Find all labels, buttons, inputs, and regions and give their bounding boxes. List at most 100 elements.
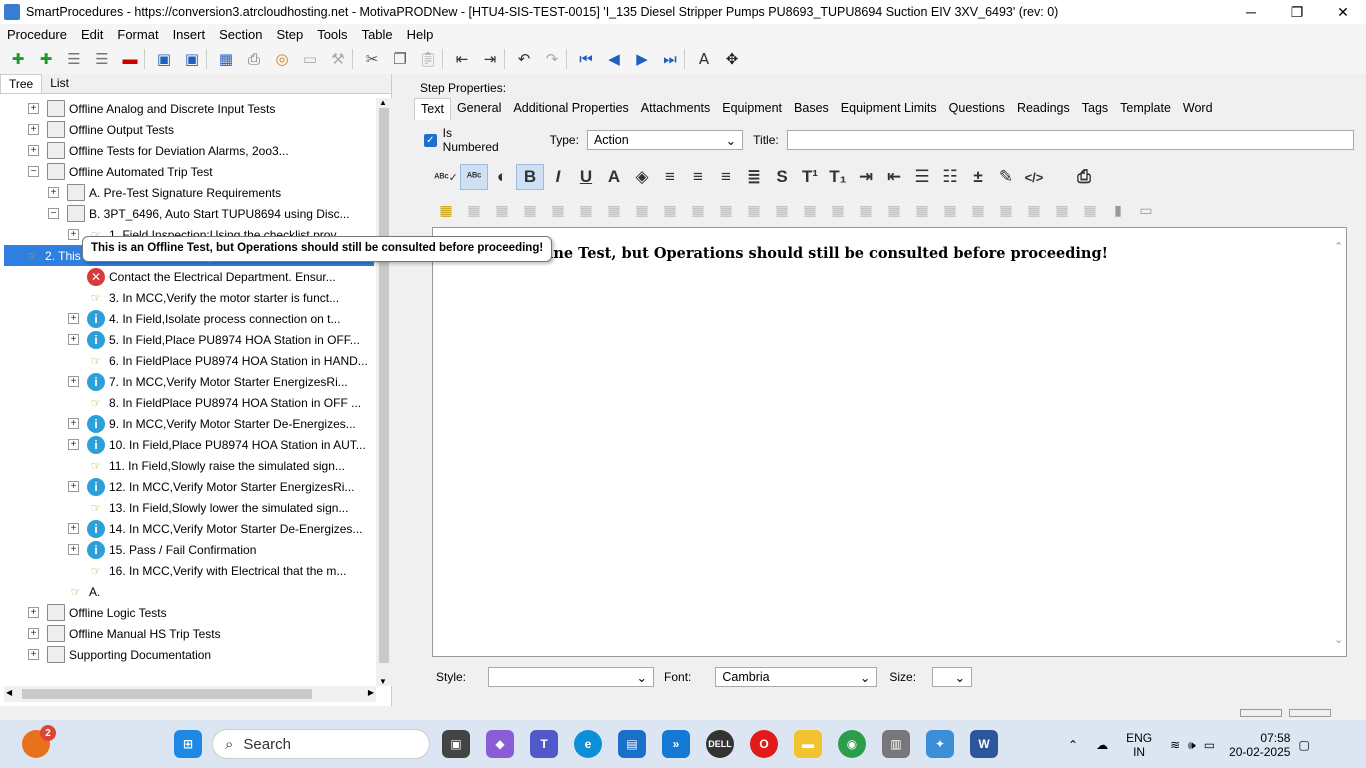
table-icon[interactable]: ▦ [992,202,1020,219]
tree-item[interactable]: + Offline Analog and Discrete Input Tests [28,98,275,119]
superscript-icon[interactable]: T¹ [796,164,824,190]
fill-color-icon[interactable]: ◈ [628,164,656,190]
store-icon[interactable]: ▤ [618,730,646,758]
next-icon[interactable]: ▶ [628,46,656,72]
tab-tree[interactable]: Tree [0,74,43,93]
highlight-icon[interactable]: ◐ [488,164,516,190]
cell-icon[interactable]: ▭ [1132,202,1160,219]
tree-item[interactable]: + i 4. In Field,Isolate process connection… [68,308,340,329]
scroll-thumb[interactable] [22,689,312,699]
copilot-icon[interactable]: ◆ [486,730,514,758]
insert-line-icon[interactable]: ± [964,164,992,190]
publish-icon[interactable]: ▦ [212,46,240,72]
expand-toggle-icon[interactable]: + [68,229,79,240]
tree-item[interactable]: + Offline Manual HS Trip Tests [28,623,221,644]
tab-additional-properties[interactable]: Additional Properties [507,98,634,120]
tab-equipment[interactable]: Equipment [716,98,788,120]
expand-toggle-icon[interactable]: + [68,481,79,492]
tree-item[interactable]: ☞ 13. In Field,Slowly lower the simulated… [68,497,349,518]
tree-item[interactable]: ☞ 6. In FieldPlace PU8974 HOA Station in … [68,350,368,371]
expand-toggle-icon[interactable]: − [48,208,59,219]
table-icon[interactable]: ▦ [656,202,684,219]
expand-toggle-icon[interactable]: + [68,376,79,387]
table-icon[interactable]: ▦ [684,202,712,219]
tree-item[interactable]: ✕ Contact the Electrical Department. Ensu… [68,266,336,287]
underline-icon[interactable]: U [572,164,600,190]
smartprocedures-taskbar-icon[interactable]: ✦ [926,730,954,758]
expand-toggle-icon[interactable]: + [28,103,39,114]
move-icon[interactable]: ✥ [718,46,746,72]
expand-toggle-icon[interactable]: + [28,124,39,135]
table-icon[interactable]: ▦ [628,202,656,219]
tree-item[interactable]: ☞ 16. In MCC,Verify with Electrical that … [68,560,347,581]
expand-toggle-icon[interactable]: + [68,523,79,534]
tab-list[interactable]: List [42,74,77,93]
teams-icon[interactable]: T [530,730,558,758]
add-child-icon[interactable]: ✚ [32,46,60,72]
tree-item[interactable]: + i 9. In MCC,Verify Motor Starter De-Ener… [68,413,356,434]
dell-icon[interactable]: DELL [706,730,734,758]
expand-toggle-icon[interactable]: − [28,166,39,177]
table-icon[interactable]: ▦ [544,202,572,219]
tree-item[interactable]: + i 10. In Field,Place PU8974 HOA Station … [68,434,366,455]
tree-item[interactable]: ☞ A. [48,581,101,602]
tree-item[interactable]: − B. 3PT_6496, Auto Start TUPU8694 using … [48,203,350,224]
spellcheck-icon[interactable]: ᴬᴮᶜ✓ [432,164,460,190]
outdent-icon[interactable]: ☰ [88,46,116,72]
font-select[interactable]: Cambria ⌄ [715,667,878,687]
close-button[interactable]: ✕ [1320,0,1366,24]
table-icon[interactable]: ▦ [1048,202,1076,219]
region[interactable]: IN [1126,745,1152,759]
tab-tags[interactable]: Tags [1076,98,1114,120]
indent-icon[interactable]: ⇥ [852,164,880,190]
app-icon[interactable]: ▥ [882,730,910,758]
notification-icon[interactable]: ▢ [1298,738,1309,752]
tree-item[interactable]: + i 14. In MCC,Verify Motor Starter De-Ene… [68,518,362,539]
editor-content[interactable]: Offline Test, but Operations should stil… [519,245,1108,262]
align-right-icon[interactable]: ≡ [712,164,740,190]
outdent-icon[interactable]: ⇤ [880,164,908,190]
table-icon[interactable]: ▦ [460,202,488,219]
style-select[interactable]: ⌄ [488,667,655,687]
word-icon[interactable]: W [970,730,998,758]
move-down-icon[interactable]: ⇥ [476,46,504,72]
table-icon[interactable]: ▦ [908,202,936,219]
add-icon[interactable]: ✚ [4,46,32,72]
html-source-icon[interactable]: </> [1020,164,1048,190]
opera-icon[interactable]: O [750,730,778,758]
bold-icon[interactable]: B [516,164,544,190]
tree-horizontal-scrollbar[interactable]: ◀ ▶ [4,686,376,702]
tab-text[interactable]: Text [414,98,451,120]
font-color-icon[interactable]: A [600,164,628,190]
tree-item[interactable]: + i 5. In Field,Place PU8974 HOA Station i… [68,329,360,350]
magic-wand-icon[interactable]: ✎ [992,164,1020,190]
paste-icon[interactable]: 📋︎ [414,46,442,72]
tab-word[interactable]: Word [1177,98,1219,120]
expand-toggle-icon[interactable]: + [28,145,39,156]
last-icon[interactable]: ⏭ [656,46,684,72]
clock-time[interactable]: 07:58 [1229,731,1290,745]
menu-edit[interactable]: Edit [74,27,110,42]
taskbar-search[interactable]: ⌕ Search [212,729,430,759]
tree-item[interactable]: ☞ 11. In Field,Slowly raise the simulated… [68,455,345,476]
tab-attachments[interactable]: Attachments [635,98,716,120]
table-icon[interactable]: ▦ [516,202,544,219]
cut-icon[interactable]: ✂ [358,46,386,72]
table-icon[interactable]: ▦ [880,202,908,219]
editor-scrollbar[interactable]: ⌃ ⌄ [1332,228,1346,656]
title-input[interactable] [786,130,1354,150]
insert-table-icon[interactable]: ▦ [432,202,460,219]
scroll-thumb[interactable] [379,108,389,663]
italic-icon[interactable]: I [544,164,572,190]
tree-item[interactable]: ☞ 3. In MCC,Verify the motor starter is f… [68,287,339,308]
previous-icon[interactable]: ◀ [600,46,628,72]
volume-icon[interactable]: 🕪︎ [1188,738,1196,753]
network-status-icon[interactable]: ☁ [1096,738,1108,752]
move-up-icon[interactable]: ⇤ [448,46,476,72]
expand-toggle-icon[interactable]: + [28,649,39,660]
tree-item[interactable]: ☞ 8. In FieldPlace PU8974 HOA Station in … [68,392,362,413]
cell-icon[interactable]: ▮ [1104,202,1132,219]
size-select[interactable]: ⌄ [932,667,973,687]
chevron-up-icon[interactable]: ⌃ [1068,738,1078,752]
expand-toggle-icon[interactable]: + [28,607,39,618]
